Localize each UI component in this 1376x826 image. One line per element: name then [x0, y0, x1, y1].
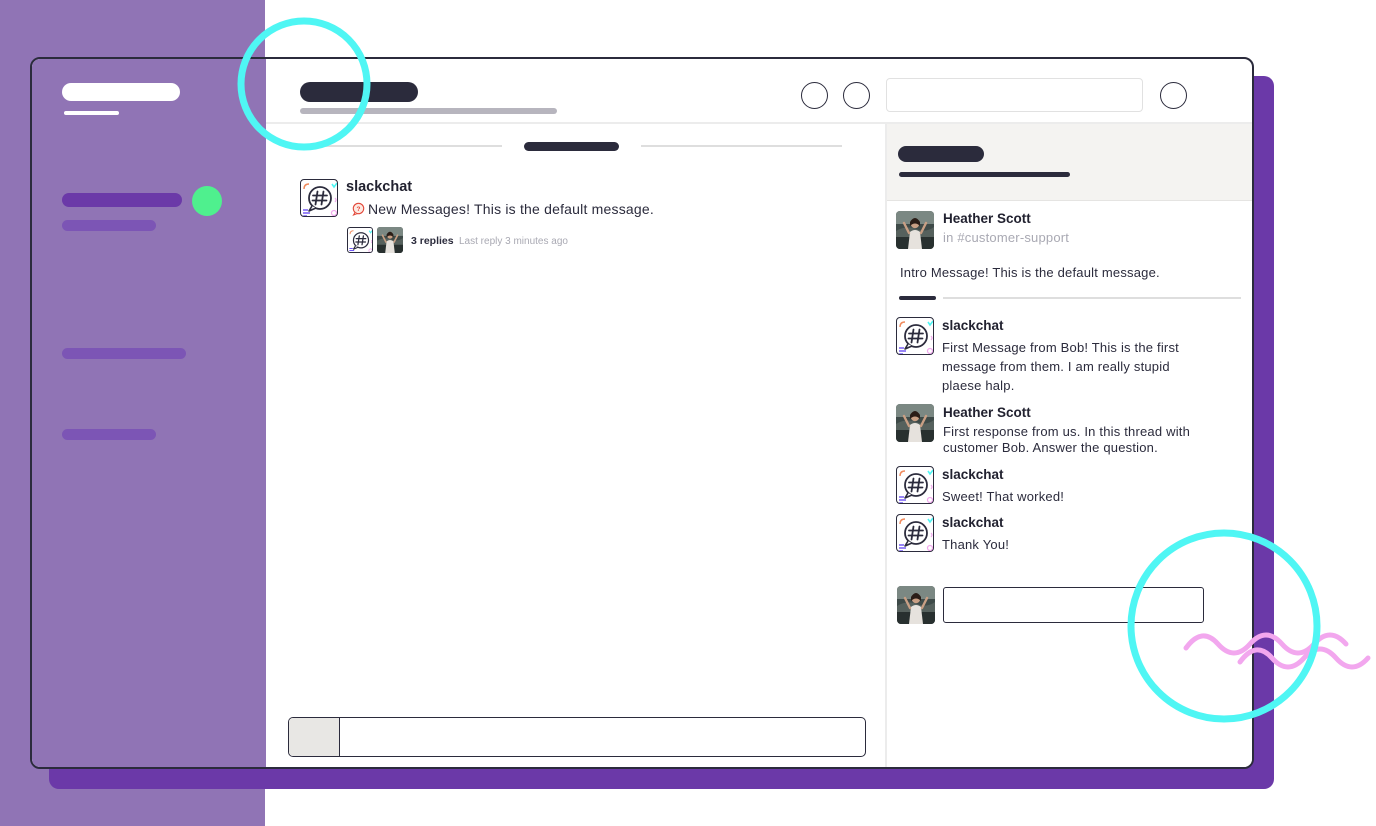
parent-user-avatar[interactable] [896, 211, 934, 249]
channel-header [266, 59, 1252, 124]
reply-avatar-slackchat [347, 227, 373, 253]
slackchat-logo-icon [897, 515, 934, 552]
workspace-name-placeholder[interactable] [62, 83, 180, 101]
reply-avatar-user [377, 227, 403, 253]
info-icon[interactable] [843, 82, 870, 109]
message-input[interactable] [340, 718, 865, 756]
app-screenshot: slackchat ? New Messages! This is the de… [0, 0, 1376, 826]
thread-reply-count[interactable]: 3 replies [411, 235, 454, 247]
thread-reply-box [943, 587, 1204, 623]
sidebar-item-sub[interactable] [62, 220, 156, 231]
reply-1-avatar[interactable] [896, 317, 934, 355]
replies-divider-line [943, 297, 1241, 299]
speech-bubble-icon: ? [351, 202, 365, 217]
reply-4-author[interactable]: slackchat [942, 515, 1004, 530]
replies-divider-pill [899, 296, 936, 300]
slackchat-logo-icon [897, 467, 934, 504]
current-user-avatar [897, 586, 935, 624]
thread-header [887, 124, 1252, 201]
slackchat-avatar[interactable] [300, 179, 338, 217]
thread-last-reply: Last reply 3 minutes ago [459, 236, 568, 247]
reply-4-text: Thank You! [942, 537, 1010, 552]
date-divider-line-right [641, 145, 842, 147]
channel-topic-placeholder [300, 108, 557, 114]
parent-author[interactable]: Heather Scott [943, 211, 1031, 226]
user-photo-icon [896, 211, 934, 249]
parent-text: Intro Message! This is the default messa… [900, 265, 1160, 280]
sidebar-item-active[interactable] [62, 193, 182, 207]
parent-channel[interactable]: in #customer-support [943, 230, 1069, 245]
reply-1-author[interactable]: slackchat [942, 318, 1004, 333]
user-photo-icon [377, 227, 403, 253]
reply-2-text: First response from us. In this thread w… [943, 424, 1191, 455]
user-photo-icon [897, 586, 935, 624]
channel-message-pane: slackchat ? New Messages! This is the de… [266, 126, 886, 767]
attach-button[interactable] [289, 718, 340, 756]
search-input[interactable] [886, 78, 1143, 112]
message-author[interactable]: slackchat [346, 179, 412, 195]
message-composer [288, 717, 866, 757]
thread-subtitle-placeholder [899, 172, 1070, 177]
main-area: slackchat ? New Messages! This is the de… [266, 59, 1252, 767]
sidebar [32, 59, 266, 767]
workspace-user-placeholder [64, 111, 119, 115]
thread-panel: Heather Scott in #customer-support Intro… [885, 124, 1252, 767]
help-icon[interactable] [1160, 82, 1187, 109]
online-status-dot [192, 186, 222, 216]
slackchat-logo-icon [348, 228, 373, 253]
user-photo-icon [896, 404, 934, 442]
reply-1-text: First Message from Bob! This is the firs… [942, 340, 1179, 393]
date-divider-line-left [300, 145, 502, 147]
slackchat-logo-icon [301, 180, 338, 217]
reply-4-avatar[interactable] [896, 514, 934, 552]
app-window: slackchat ? New Messages! This is the de… [30, 57, 1254, 769]
svg-text:?: ? [357, 206, 361, 213]
reply-3-author[interactable]: slackchat [942, 467, 1004, 482]
reply-2-author[interactable]: Heather Scott [943, 405, 1031, 420]
thread-title-placeholder [898, 146, 984, 162]
reply-2-avatar[interactable] [896, 404, 934, 442]
call-icon[interactable] [801, 82, 828, 109]
reply-3-avatar[interactable] [896, 466, 934, 504]
reply-3-text: Sweet! That worked! [942, 489, 1065, 504]
message-text: New Messages! This is the default messag… [368, 201, 654, 217]
sidebar-section-direct-messages[interactable] [62, 429, 156, 440]
channel-title-placeholder [300, 82, 418, 102]
thread-reply-input[interactable] [944, 588, 1203, 622]
sidebar-section-channels[interactable] [62, 348, 186, 359]
date-divider-label [524, 142, 619, 151]
slackchat-logo-icon [897, 318, 934, 355]
